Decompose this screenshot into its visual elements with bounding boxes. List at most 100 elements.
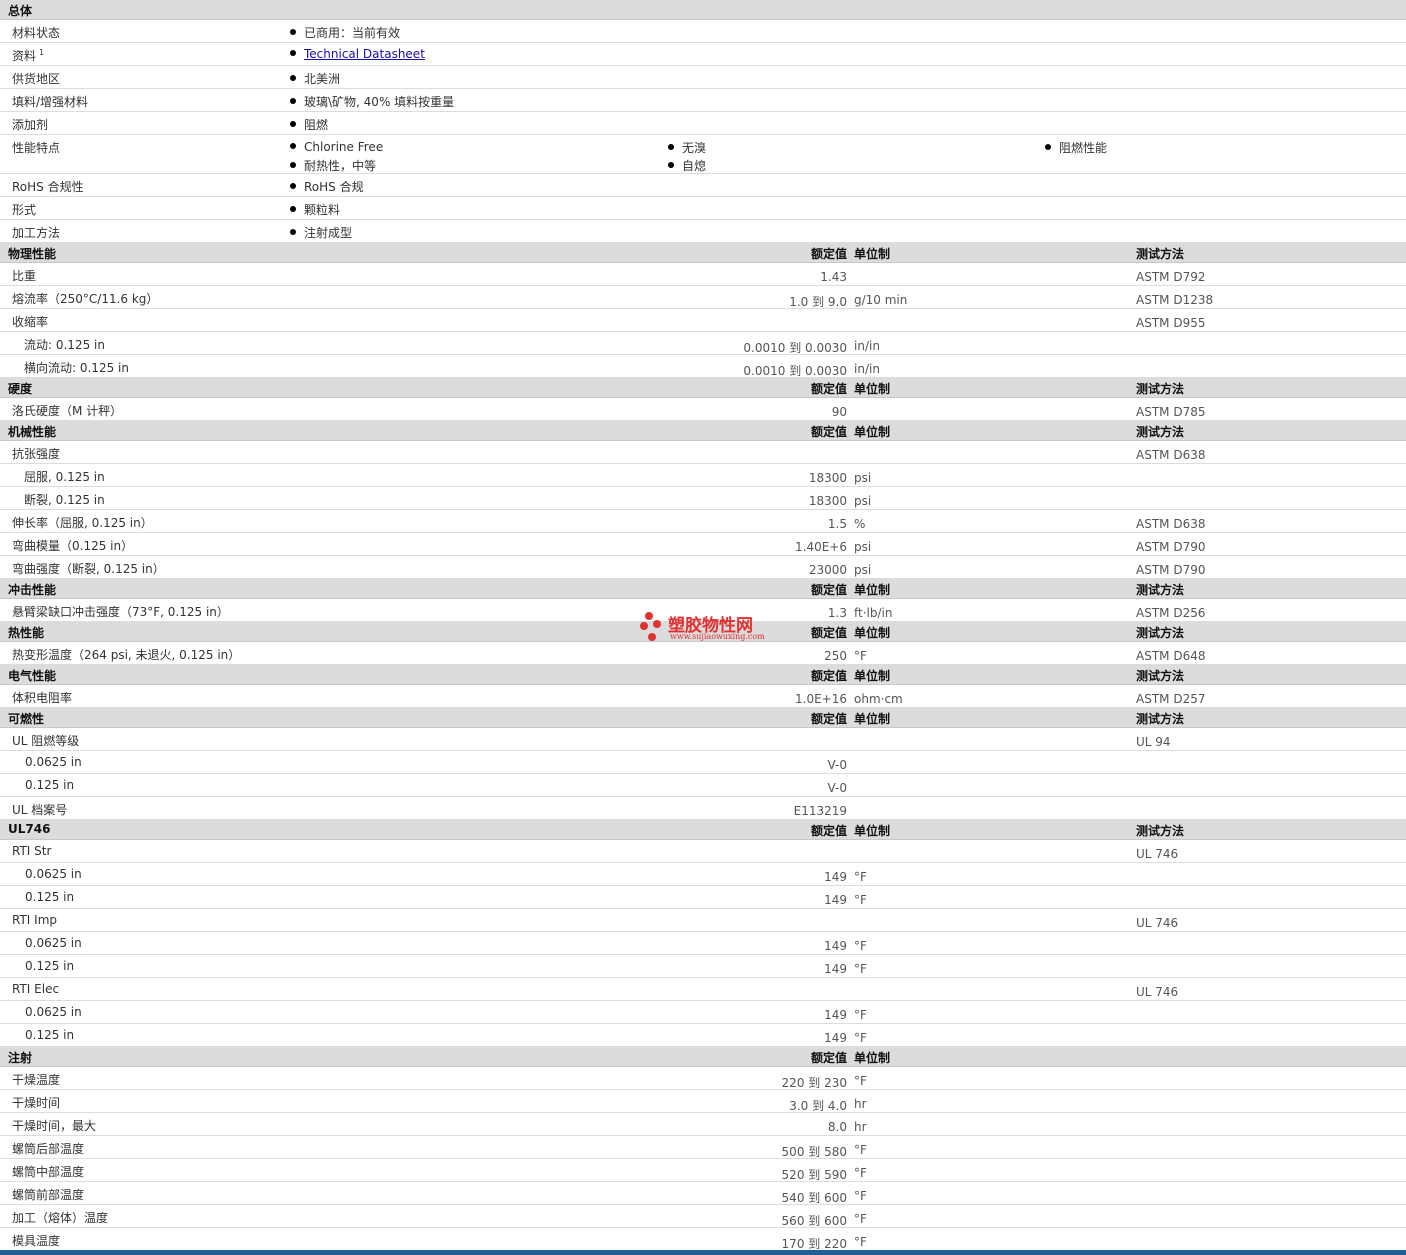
section-header: 可燃性 额定值 单位制 测试方法 xyxy=(0,708,1406,728)
property-row: 比重 1.43 ASTM D792 xyxy=(0,263,1406,286)
watermark-url: www.sujiaowuxing.com xyxy=(670,632,765,641)
property-label: 断裂, 0.125 in xyxy=(24,493,105,507)
section-title: 硬度 xyxy=(8,382,33,396)
property-label: 收缩率 xyxy=(12,315,49,329)
column-header-unit: 单位制 xyxy=(854,669,891,683)
nominal-value: 18300 xyxy=(808,471,847,485)
column-header-test-method: 测试方法 xyxy=(1136,626,1185,640)
bullet-item: 北美洲 xyxy=(290,70,340,87)
column-header-nominal: 额定值 xyxy=(810,382,847,396)
nominal-value: 500 到 580 xyxy=(781,1145,847,1159)
property-label: 横向流动: 0.125 in xyxy=(24,361,129,375)
property-row: 0.125 in 149 °F xyxy=(0,955,1406,978)
bullet-item: 颗粒料 xyxy=(290,201,340,218)
bullet-icon xyxy=(290,162,296,168)
nominal-value: 18300 xyxy=(808,494,847,508)
property-row: 洛氏硬度（M 计秤） 90 ASTM D785 xyxy=(0,398,1406,421)
nominal-value: 149 xyxy=(824,939,847,953)
bullet-item: 已商用：当前有效 xyxy=(290,24,400,41)
column-header-nominal: 额定值 xyxy=(810,669,847,683)
nominal-value: 3.0 到 4.0 xyxy=(789,1099,847,1113)
property-row: 0.0625 in 149 °F xyxy=(0,1001,1406,1024)
unit-value: °F xyxy=(854,939,867,953)
general-row: 供货地区 北美洲 xyxy=(0,66,1406,89)
property-label: 螺筒后部温度 xyxy=(12,1142,85,1156)
nominal-value: E113219 xyxy=(793,804,847,818)
column-header-nominal: 额定值 xyxy=(810,712,847,726)
section-title: 热性能 xyxy=(8,626,45,640)
property-label: 热变形温度（264 psi, 未退火, 0.125 in） xyxy=(12,648,241,662)
property-row: 热变形温度（264 psi, 未退火, 0.125 in） 250 °F ASTM D… xyxy=(0,642,1406,665)
property-row: RTI Str UL 746 xyxy=(0,840,1406,863)
bullet-icon xyxy=(290,183,296,189)
section-title: 冲击性能 xyxy=(8,583,57,597)
property-row: 螺筒中部温度 520 到 590 °F xyxy=(0,1159,1406,1182)
test-method: ASTM D790 xyxy=(1136,540,1206,554)
property-label: RTI Imp xyxy=(12,913,57,927)
technical-datasheet-link[interactable]: Technical Datasheet xyxy=(304,47,425,61)
column-header-unit: 单位制 xyxy=(854,247,891,261)
test-method: ASTM D257 xyxy=(1136,692,1206,706)
row-label: 加工方法 xyxy=(12,226,61,240)
unit-value: °F xyxy=(854,1143,867,1157)
property-row: 弯曲强度（断裂, 0.125 in） 23000 psi ASTM D790 xyxy=(0,556,1406,579)
property-row: RTI Imp UL 746 xyxy=(0,909,1406,932)
column-header-unit: 单位制 xyxy=(854,425,891,439)
general-row: 加工方法 注射成型 xyxy=(0,220,1406,243)
unit-value: °F xyxy=(854,1074,867,1088)
unit-value: °F xyxy=(854,1212,867,1226)
property-label: 模具温度 xyxy=(12,1234,61,1248)
unit-value: g/10 min xyxy=(854,293,908,307)
column-header-unit: 单位制 xyxy=(854,583,891,597)
property-row: 干燥时间 3.0 到 4.0 hr xyxy=(0,1090,1406,1113)
property-label: 流动: 0.125 in xyxy=(24,338,105,352)
nominal-value: 1.43 xyxy=(820,270,847,284)
property-row: 体积电阻率 1.0E+16 ohm·cm ASTM D257 xyxy=(0,685,1406,708)
property-row: RTI Elec UL 746 xyxy=(0,978,1406,1001)
property-row: 0.125 in 149 °F xyxy=(0,1024,1406,1047)
nominal-value: 149 xyxy=(824,1008,847,1022)
bullet-item: RoHS 合规 xyxy=(290,178,364,195)
column-header-test-method: 测试方法 xyxy=(1136,425,1185,439)
property-label: RTI Elec xyxy=(12,982,60,996)
section-header: 电气性能 额定值 单位制 测试方法 xyxy=(0,665,1406,685)
bottom-bar xyxy=(0,1250,1406,1255)
property-row: 模具温度 170 到 220 °F xyxy=(0,1228,1406,1251)
unit-value: % xyxy=(854,517,866,531)
property-row: 0.125 in V-0 xyxy=(0,774,1406,797)
section-header: 机械性能 额定值 单位制 测试方法 xyxy=(0,421,1406,441)
column-header-nominal: 额定值 xyxy=(810,824,847,838)
unit-value: psi xyxy=(854,471,872,485)
bullet-item: 阻燃性能 xyxy=(1045,139,1107,156)
general-row: 添加剂 阻燃 xyxy=(0,112,1406,135)
property-row: 弯曲模量（0.125 in） 1.40E+6 psi ASTM D790 xyxy=(0,533,1406,556)
nominal-value: 8.0 xyxy=(827,1120,847,1134)
column-header-test-method: 测试方法 xyxy=(1136,712,1185,726)
property-label: 0.125 in xyxy=(25,890,75,904)
nominal-value: 220 到 230 xyxy=(781,1076,847,1090)
unit-value: psi xyxy=(854,563,872,577)
column-header-test-method: 测试方法 xyxy=(1136,583,1185,597)
general-row: 形式 颗粒料 xyxy=(0,197,1406,220)
unit-value: °F xyxy=(854,962,867,976)
column-header-nominal: 额定值 xyxy=(810,247,847,261)
column-header-test-method: 测试方法 xyxy=(1136,669,1185,683)
unit-value: ft·lb/in xyxy=(854,606,893,620)
column-header-nominal: 额定值 xyxy=(810,1051,847,1065)
property-row: 螺筒前部温度 540 到 600 °F xyxy=(0,1182,1406,1205)
property-label: 悬臂梁缺口冲击强度（73°F, 0.125 in） xyxy=(12,605,229,619)
unit-value: psi xyxy=(854,540,872,554)
property-row: 螺筒后部温度 500 到 580 °F xyxy=(0,1136,1406,1159)
bullet-item: Chlorine Free xyxy=(290,140,383,154)
unit-value: hr xyxy=(854,1120,867,1134)
property-label: 0.125 in xyxy=(25,1028,75,1042)
property-row: 加工（熔体）温度 560 到 600 °F xyxy=(0,1205,1406,1228)
test-method: UL 746 xyxy=(1136,985,1179,999)
unit-value: °F xyxy=(854,893,867,907)
property-label: 0.0625 in xyxy=(25,867,82,881)
bullet-item: 阻燃 xyxy=(290,116,328,133)
row-label: 添加剂 xyxy=(12,118,49,132)
section-title: 注射 xyxy=(8,1051,33,1065)
property-label: 屈服, 0.125 in xyxy=(24,470,105,484)
bullet-icon xyxy=(290,206,296,212)
